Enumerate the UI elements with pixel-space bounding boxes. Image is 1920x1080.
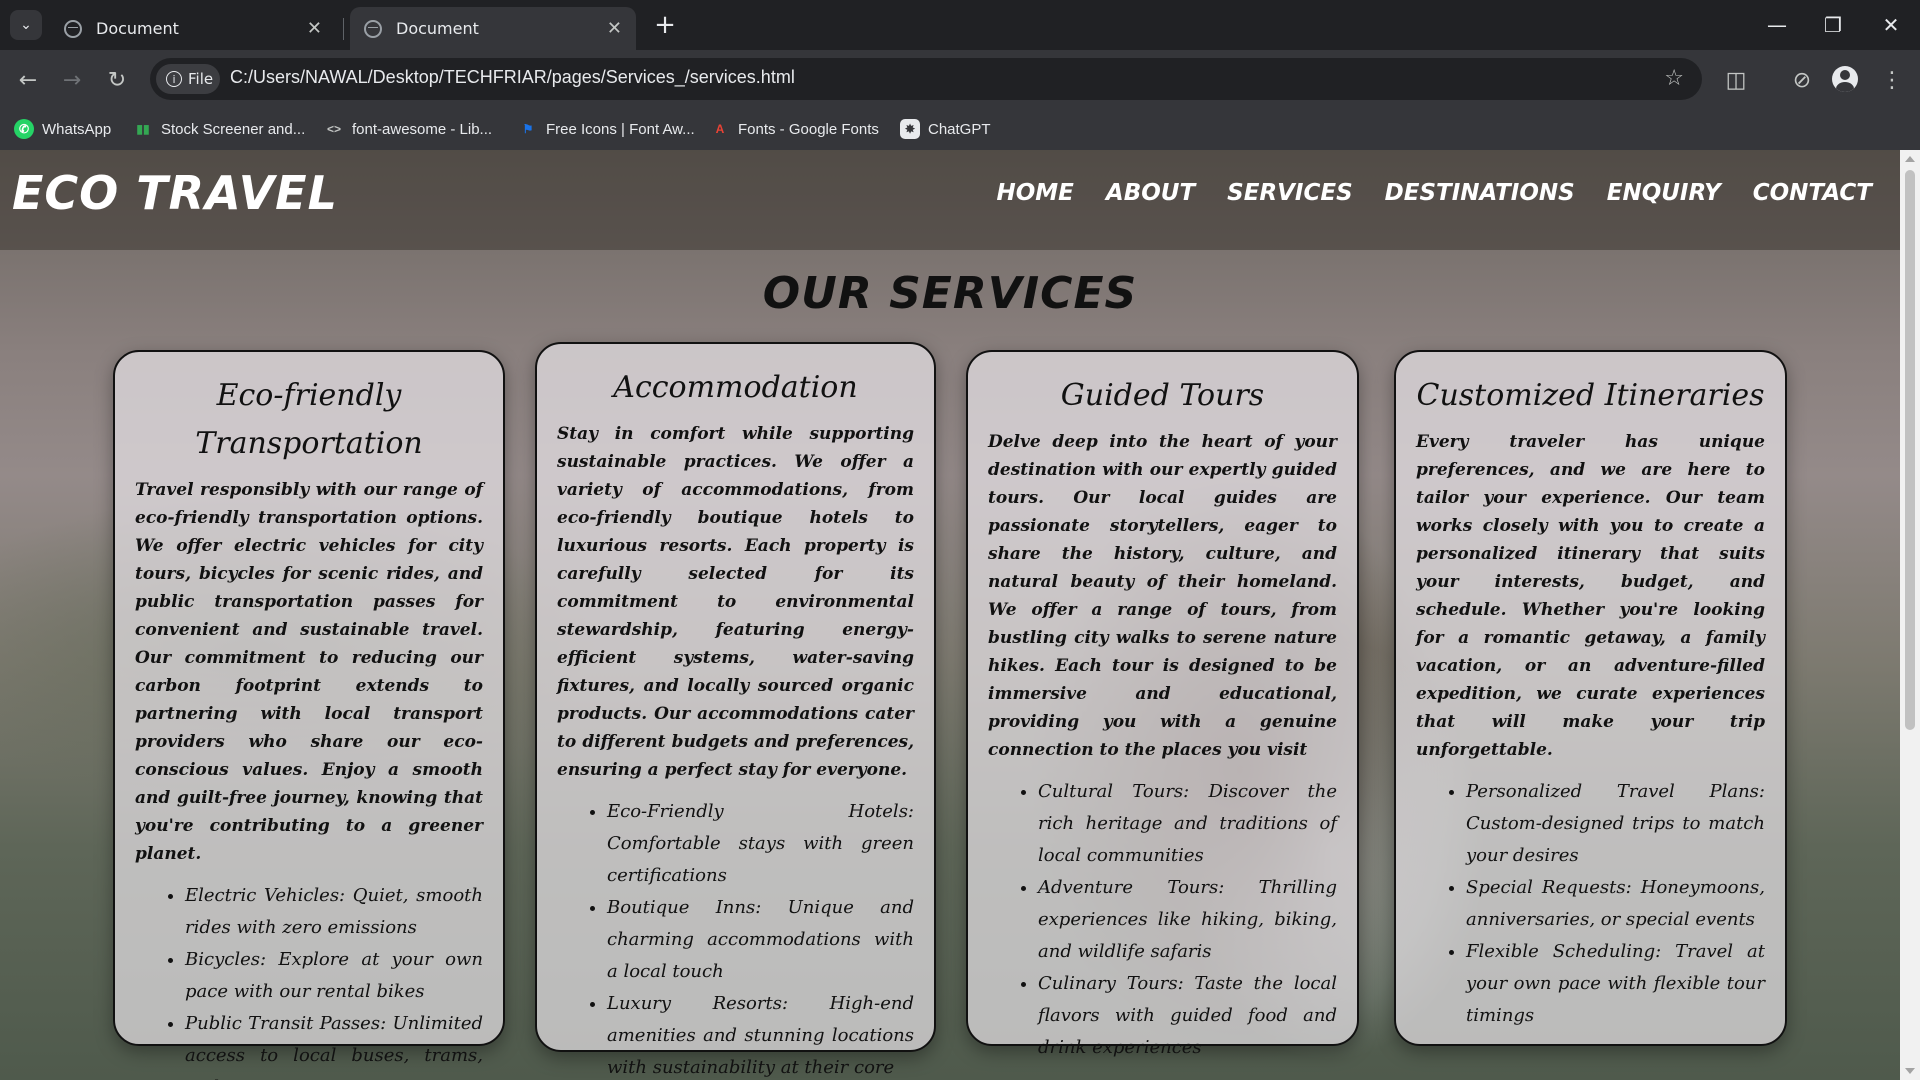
close-tab-icon[interactable]: ✕ xyxy=(607,18,622,39)
card-feature-list: Eco-Friendly Hotels: Comfortable stays w… xyxy=(557,796,914,1080)
scroll-down-arrow-icon[interactable] xyxy=(1905,1068,1915,1074)
service-card-guided-tours: Guided Tours Delve deep into the heart o… xyxy=(966,350,1359,1058)
card-title: Customized Itineraries xyxy=(1416,378,1765,413)
card-feature-list: Cultural Tours: Discover the rich herita… xyxy=(988,776,1337,1064)
card-description: Every traveler has unique preferences, a… xyxy=(1416,432,1765,760)
bookmark-label: Stock Screener and... xyxy=(161,120,306,138)
list-item: Boutique Inns: Unique and charming accom… xyxy=(607,892,914,988)
scrollbar-thumb[interactable] xyxy=(1905,170,1915,730)
page-scrollbar[interactable] xyxy=(1900,150,1920,1080)
page-viewport: ECO TRAVEL HOME ABOUT SERVICES DESTINATI… xyxy=(0,150,1900,1080)
menu-kebab-icon[interactable]: ⋮ xyxy=(1876,64,1908,96)
list-item: Personalized Travel Plans: Custom-design… xyxy=(1466,776,1765,872)
nav-services[interactable]: SERVICES xyxy=(1227,180,1353,206)
bookmark-stock-screener[interactable]: ▮▮ Stock Screener and... xyxy=(133,116,305,142)
tab-title: Document xyxy=(96,19,179,38)
card-feature-list: Personalized Travel Plans: Custom-design… xyxy=(1416,776,1765,1032)
nav-contact[interactable]: CONTACT xyxy=(1753,180,1872,206)
list-item: Public Transit Passes: Unlimited access … xyxy=(185,1008,483,1080)
restore-icon[interactable]: ❐ xyxy=(1808,8,1858,42)
url-text[interactable]: C:/Users/NAWAL/Desktop/TECHFRIAR/pages/S… xyxy=(230,67,795,88)
list-item: Luxury Resorts: High-end amenities and s… xyxy=(607,988,914,1080)
main-nav: HOME ABOUT SERVICES DESTINATIONS ENQUIRY… xyxy=(996,180,1872,206)
code-icon: <> xyxy=(326,122,341,136)
bookmark-google-fonts[interactable]: A Fonts - Google Fonts xyxy=(710,116,879,142)
card-description: Delve deep into the heart of your destin… xyxy=(988,432,1337,760)
extensions-icon[interactable]: ◫ xyxy=(1720,64,1752,96)
browser-toolbar: ← → ↻ i File C:/Users/NAWAL/Desktop/TECH… xyxy=(0,50,1920,108)
list-item: Adventure Tours: Thrilling experiences l… xyxy=(1038,872,1337,968)
globe-icon xyxy=(64,19,82,38)
list-item: Special Requests: Honeymoons, anniversar… xyxy=(1466,872,1765,936)
bookmark-chatgpt[interactable]: ✸ ChatGPT xyxy=(900,116,991,142)
list-item: Eco-Friendly Hotels: Comfortable stays w… xyxy=(607,796,914,892)
close-window-icon[interactable]: ✕ xyxy=(1866,8,1916,42)
bookmark-label: Free Icons | Font Aw... xyxy=(546,120,695,138)
bookmark-font-awesome-lib[interactable]: <> font-awesome - Lib... xyxy=(324,116,492,142)
card-feature-list: Electric Vehicles: Quiet, smooth rides w… xyxy=(135,880,483,1080)
tab-search-button[interactable]: ⌄ xyxy=(10,10,42,40)
flag-icon: ⚑ xyxy=(522,122,534,136)
nav-home[interactable]: HOME xyxy=(996,180,1073,206)
bookmark-star-icon[interactable]: ☆ xyxy=(1664,66,1684,91)
card-title: Accommodation xyxy=(613,370,858,405)
info-icon: i xyxy=(166,71,182,87)
service-card-accommodation: Accommodation Stay in comfort while supp… xyxy=(535,342,936,1078)
list-item: Culinary Tours: Taste the local flavors … xyxy=(1038,968,1337,1064)
bookmark-label: WhatsApp xyxy=(42,120,112,138)
bookmark-label: font-awesome - Lib... xyxy=(352,120,493,138)
bookmark-free-icons[interactable]: ⚑ Free Icons | Font Aw... xyxy=(518,116,695,142)
whatsapp-icon: ✆ xyxy=(14,119,34,139)
list-item: Flexible Scheduling: Travel at your own … xyxy=(1466,936,1765,1032)
bar-chart-icon: ▮▮ xyxy=(136,122,150,136)
site-chip-label: File xyxy=(188,70,214,88)
site-header: ECO TRAVEL HOME ABOUT SERVICES DESTINATI… xyxy=(0,150,1900,250)
bookmark-label: Fonts - Google Fonts xyxy=(738,120,879,138)
service-card-itineraries: Customized Itineraries Every traveler ha… xyxy=(1394,350,1787,1046)
minimize-icon[interactable]: — xyxy=(1752,8,1802,42)
new-tab-button[interactable]: + xyxy=(650,10,680,40)
nav-destinations[interactable]: DESTINATIONS xyxy=(1385,180,1575,206)
address-bar[interactable]: i File C:/Users/NAWAL/Desktop/TECHFRIAR/… xyxy=(150,58,1702,100)
performance-icon[interactable]: ⊘ xyxy=(1786,64,1818,96)
service-card-transportation: Eco-friendly Transportation Travel respo… xyxy=(113,350,505,1080)
list-item: Cultural Tours: Discover the rich herita… xyxy=(1038,776,1337,872)
page-title: OUR SERVICES xyxy=(762,268,1138,319)
site-info-chip[interactable]: i File xyxy=(156,64,220,94)
tab-title: Document xyxy=(396,19,479,38)
card-description: Stay in comfort while supporting sustain… xyxy=(557,424,914,780)
reload-icon[interactable]: ↻ xyxy=(101,64,133,96)
google-fonts-icon: A xyxy=(715,122,725,136)
tab-document-1[interactable]: Document ✕ xyxy=(50,7,336,50)
scroll-up-arrow-icon[interactable] xyxy=(1905,156,1915,162)
chatgpt-icon: ✸ xyxy=(900,119,920,139)
tab-strip: ⌄ Document ✕ Document ✕ + — ❐ ✕ xyxy=(0,0,1920,50)
site-logo[interactable]: ECO TRAVEL xyxy=(12,166,338,220)
bookmark-whatsapp[interactable]: ✆ WhatsApp xyxy=(14,116,111,142)
nav-enquiry[interactable]: ENQUIRY xyxy=(1607,180,1721,206)
close-tab-icon[interactable]: ✕ xyxy=(307,18,322,39)
back-arrow-icon[interactable]: ← xyxy=(12,64,44,96)
chevron-down-icon: ⌄ xyxy=(20,17,32,33)
list-item: Bicycles: Explore at your own pace with … xyxy=(185,944,483,1008)
globe-icon xyxy=(364,19,382,38)
bookmarks-bar: ✆ WhatsApp ▮▮ Stock Screener and... <> f… xyxy=(0,108,1920,150)
card-title: Guided Tours xyxy=(1060,378,1265,413)
card-title: Eco-friendly Transportation xyxy=(195,378,423,461)
nav-about[interactable]: ABOUT xyxy=(1106,180,1195,206)
tab-document-2[interactable]: Document ✕ xyxy=(350,7,636,50)
card-description: Travel responsibly with our range of eco… xyxy=(135,480,483,864)
tab-separator xyxy=(343,18,344,40)
list-item: Electric Vehicles: Quiet, smooth rides w… xyxy=(185,880,483,944)
profile-avatar-icon[interactable] xyxy=(1832,66,1858,92)
forward-arrow-icon[interactable]: → xyxy=(56,64,88,96)
bookmark-label: ChatGPT xyxy=(928,120,991,138)
